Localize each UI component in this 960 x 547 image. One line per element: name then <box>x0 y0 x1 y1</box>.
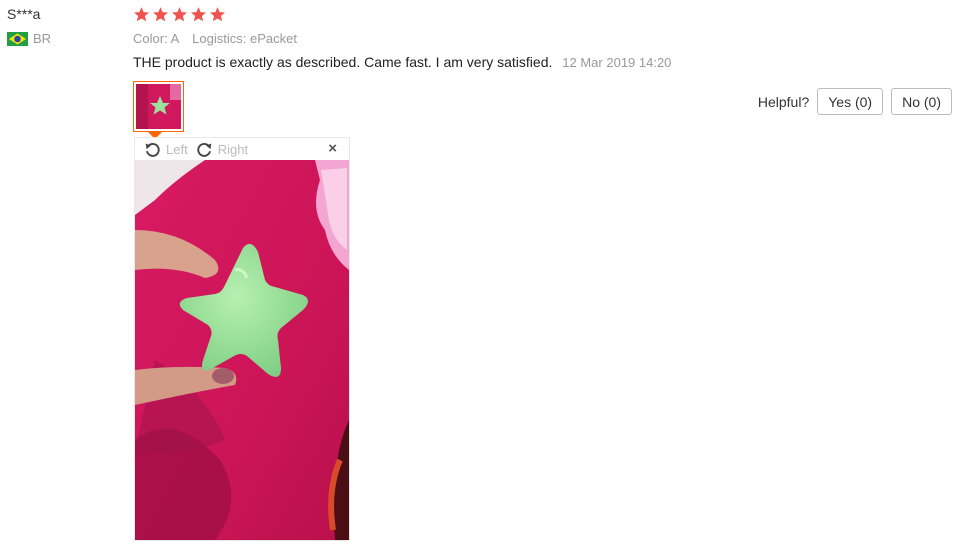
rotate-right-button[interactable]: Right <box>196 141 248 158</box>
thumbnail-image <box>136 84 181 129</box>
logistics-attribute: Logistics: ePacket <box>192 31 297 46</box>
review-photo <box>135 160 349 540</box>
country-code: BR <box>33 31 52 46</box>
photo-viewer: Left Right × <box>134 137 350 541</box>
star-icon <box>209 7 226 22</box>
order-attributes: Color: A Logistics: ePacket <box>133 31 960 46</box>
viewer-toolbar: Left Right × <box>135 138 349 160</box>
reviewer-info: S***a BR <box>7 6 117 46</box>
brazil-flag-icon <box>7 31 28 46</box>
star-icon <box>171 7 188 22</box>
helpful-vote: Helpful? Yes (0) No (0) <box>758 88 952 115</box>
rotate-left-button[interactable]: Left <box>144 141 188 158</box>
star-icon <box>133 7 150 22</box>
rotate-right-icon <box>197 142 211 157</box>
review-body: Color: A Logistics: ePacket THE product … <box>133 6 960 70</box>
star-rating <box>133 6 960 26</box>
review-photo-thumbnail[interactable] <box>133 81 184 132</box>
reviewer-name: S***a <box>7 6 41 22</box>
color-attribute: Color: A <box>133 31 179 46</box>
review-date: 12 Mar 2019 14:20 <box>562 55 672 70</box>
helpful-label: Helpful? <box>757 93 810 110</box>
rotate-left-label: Left <box>166 141 188 157</box>
rotate-left-icon <box>145 142 160 157</box>
close-icon[interactable]: × <box>328 141 337 157</box>
rotate-right-label: Right <box>217 141 249 157</box>
helpful-yes-button[interactable]: Yes (0) <box>817 88 884 115</box>
reviewer-country: BR <box>7 31 117 46</box>
star-icon <box>152 7 169 22</box>
star-icon <box>190 7 207 22</box>
review-text-row: THE product is exactly as described. Cam… <box>133 54 960 70</box>
helpful-no-button[interactable]: No (0) <box>891 88 952 115</box>
review-text: THE product is exactly as described. Cam… <box>133 54 553 70</box>
